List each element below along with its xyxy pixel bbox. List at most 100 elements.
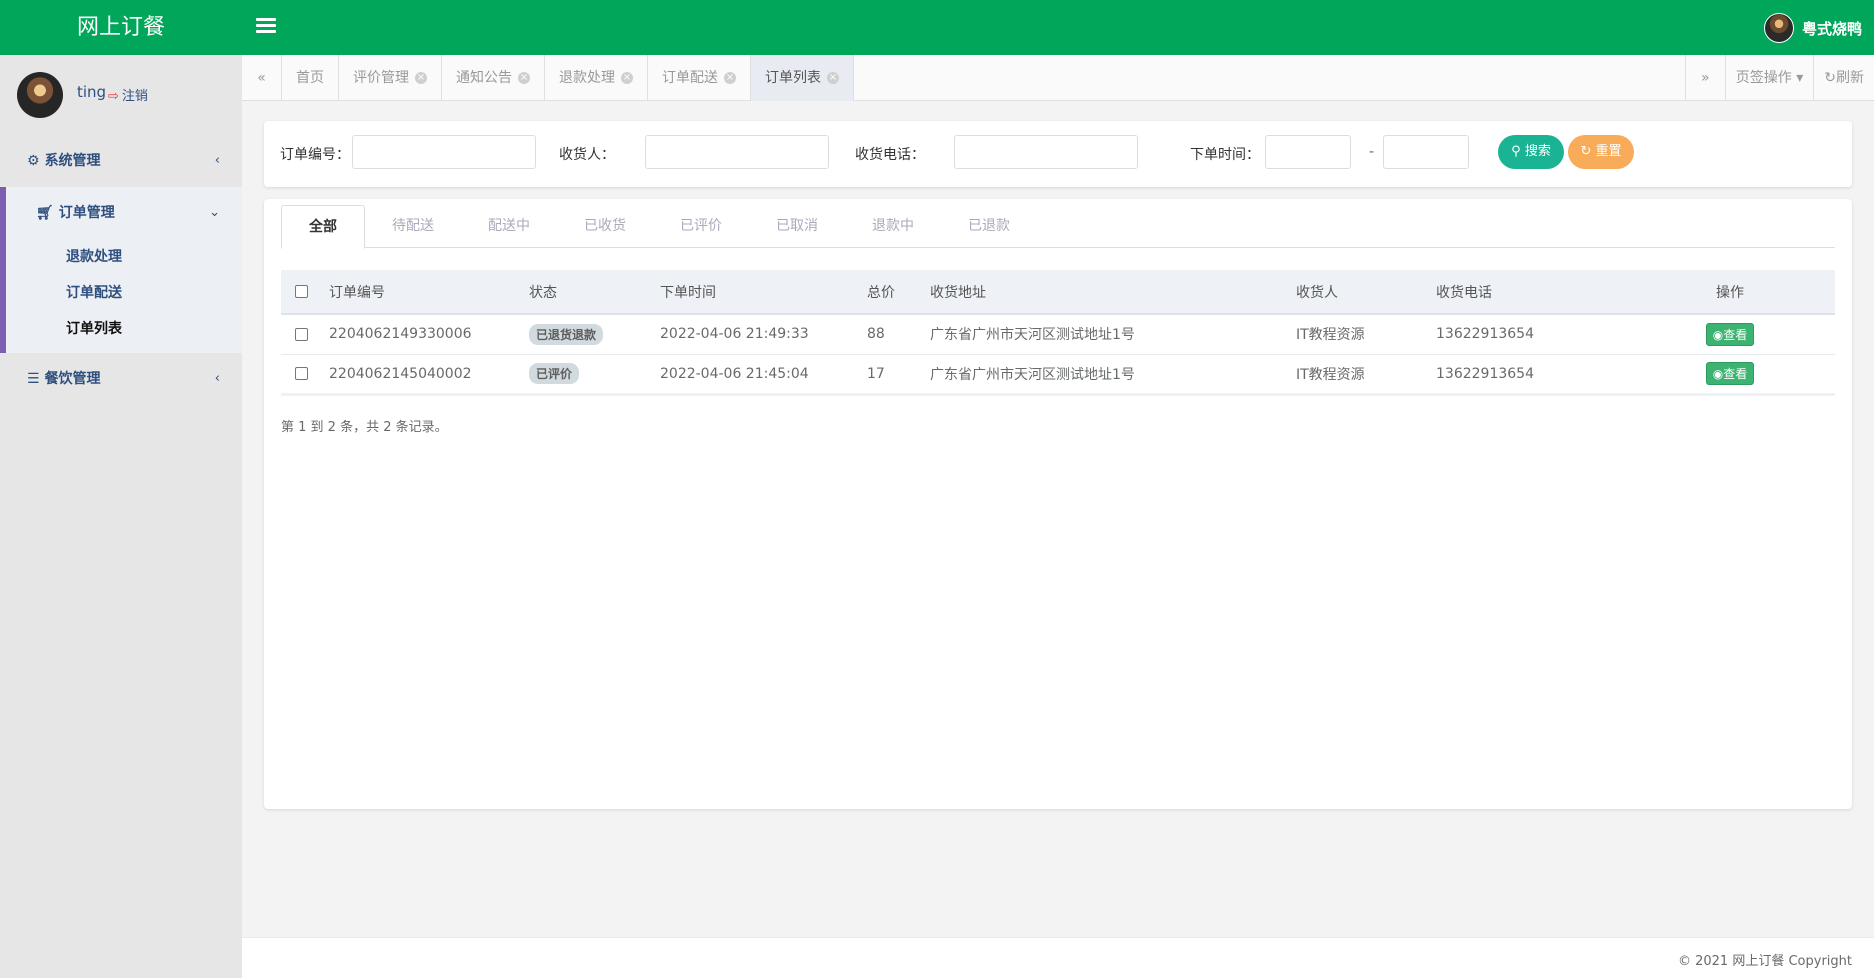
phone-input[interactable] [954, 135, 1138, 169]
cell-receiver: IT教程资源 [1288, 314, 1428, 355]
phone-label: 收货电话： [855, 147, 925, 163]
sidebar-item-orders[interactable]: 🛒︎ 订单管理 ⌄ [6, 187, 242, 239]
list-icon: ☰ [27, 371, 40, 387]
reset-button-label: 重置 [1595, 144, 1622, 159]
view-button[interactable]: ◉查看 [1705, 322, 1755, 346]
select-all-checkbox[interactable] [294, 285, 308, 298]
row-checkbox[interactable] [294, 367, 308, 380]
logout-label: 注销 [121, 89, 148, 104]
close-icon[interactable]: × [827, 72, 839, 84]
page-ops-label: 页签操作 [1735, 70, 1792, 86]
sidebar-subitem-delivery[interactable]: 订单配送 [6, 275, 242, 311]
tabs-scroll-left-icon[interactable]: « [242, 55, 282, 101]
table-row: 2204062145040002 已评价 2022-04-06 21:45:04… [281, 354, 1835, 396]
receiver-input[interactable] [645, 135, 829, 169]
tab-label: 订单配送 [662, 70, 718, 86]
hamburger-menu-icon[interactable] [256, 18, 276, 36]
eye-icon: ◉ [1712, 367, 1724, 381]
page-tabs-bar: « 首页 评价管理 × 通知公告 × 退款处理 × 订单配送 × 订单列表 × » 页签操… [242, 55, 1874, 101]
top-user-menu[interactable]: 粤式烧鸭 [1763, 13, 1862, 43]
chevron-left-icon: ‹ [214, 153, 220, 168]
app-title: 网上订餐 [76, 15, 165, 40]
view-button[interactable]: ◉查看 [1705, 362, 1755, 385]
tab-order-list[interactable]: 订单列表 × [751, 55, 854, 101]
cell-order-no: 2204062145040002 [321, 354, 521, 396]
cell-total: 88 [859, 314, 922, 355]
sidebar-subitem-refund[interactable]: 退款处理 [6, 239, 242, 275]
end-date-input[interactable] [1383, 135, 1469, 169]
status-tab-reviewed[interactable]: 已评价 [653, 205, 749, 248]
refresh-label: 刷新 [1836, 70, 1864, 86]
sidebar-subitem-order-list[interactable]: 订单列表 [6, 311, 242, 347]
row-select-cell [281, 354, 321, 396]
tab-home[interactable]: 首页 [282, 55, 339, 101]
chevron-down-icon: ⌄ [209, 205, 220, 220]
status-tab-pending[interactable]: 待配送 [365, 205, 461, 248]
cell-time: 2022-04-06 21:45:04 [652, 354, 859, 396]
order-no-label: 订单编号： [280, 147, 350, 163]
cell-address: 广东省广州市天河区测试地址1号 [922, 314, 1288, 355]
header-receiver: 收货人 [1288, 270, 1428, 315]
sidebar-item-label: 系统管理 [44, 153, 101, 169]
sidebar-item-label: 餐饮管理 [44, 371, 101, 387]
sidebar-profile: ting ⇨ 注销 [0, 55, 242, 135]
header-select-all [281, 270, 321, 315]
reset-button[interactable]: ↻ 重置 [1568, 135, 1634, 169]
cell-action: ◉查看 [1625, 354, 1835, 396]
sidebar: ting ⇨ 注销 ⚙ 系统管理 ‹ 🛒︎ 订单管理 ⌄ 退款处理 订单配送 订单列表… [0, 55, 242, 978]
cell-action: ◉查看 [1625, 314, 1835, 355]
row-checkbox[interactable] [294, 327, 308, 341]
refresh-icon: ↻ [1580, 144, 1592, 159]
page-tabs: 首页 评价管理 × 通知公告 × 退款处理 × 订单配送 × 订单列表 × [282, 55, 854, 101]
view-button-label: 查看 [1723, 327, 1748, 342]
top-navbar: 网上订餐 粤式烧鸭 [0, 0, 1874, 55]
user-avatar [1763, 13, 1794, 43]
close-icon[interactable]: × [415, 72, 427, 84]
tab-notice[interactable]: 通知公告 × [442, 55, 545, 101]
status-tab-refunded[interactable]: 已退款 [941, 205, 1037, 248]
pagination-info: 第 1 到 2 条，共 2 条记录。 [281, 420, 448, 435]
page-ops-dropdown[interactable]: 页签操作 ▾ [1724, 55, 1813, 101]
status-tab-refunding[interactable]: 退款中 [845, 205, 941, 248]
tab-label: 首页 [296, 70, 324, 86]
cell-phone: 13622913654 [1428, 314, 1625, 355]
sidebar-item-system[interactable]: ⚙ 系统管理 ‹ [0, 135, 242, 187]
header-order-no: 订单编号 [321, 270, 521, 315]
cell-status: 已评价 [521, 354, 652, 396]
gear-icon: ⚙ [27, 153, 40, 169]
cell-order-no: 2204062149330006 [321, 314, 521, 355]
tab-label: 订单列表 [765, 70, 821, 86]
row-select-cell [281, 314, 321, 355]
refresh-button[interactable]: ↻刷新 [1813, 55, 1874, 101]
table-row: 2204062149330006 已退货退款 2022-04-06 21:49:… [281, 314, 1835, 355]
cell-time: 2022-04-06 21:49:33 [652, 314, 859, 355]
sidebar-item-label: 订单管理 [58, 205, 115, 221]
tab-refund[interactable]: 退款处理 × [545, 55, 648, 101]
top-user-name: 粤式烧鸭 [1801, 19, 1862, 38]
search-button[interactable]: ⚲ 搜索 [1498, 135, 1564, 169]
tab-review[interactable]: 评价管理 × [339, 55, 442, 101]
status-tab-delivering[interactable]: 配送中 [461, 205, 557, 248]
status-tab-cancelled[interactable]: 已取消 [749, 205, 845, 248]
refresh-icon: ↻ [1824, 70, 1836, 86]
order-no-input[interactable] [352, 135, 536, 169]
close-icon[interactable]: × [518, 72, 530, 84]
close-icon[interactable]: × [621, 72, 633, 84]
time-label: 下单时间： [1190, 147, 1260, 163]
logout-link[interactable]: ⇨ 注销 [108, 85, 148, 104]
copyright-text: © 2021 网上订餐 Copyright [1677, 954, 1852, 969]
start-date-input[interactable] [1265, 135, 1351, 169]
tabs-scroll-right-icon[interactable]: » [1684, 55, 1725, 101]
sidebar-group-orders: 🛒︎ 订单管理 ⌄ 退款处理 订单配送 订单列表 [0, 187, 242, 353]
status-tab-received[interactable]: 已收货 [557, 205, 653, 248]
sidebar-item-catering[interactable]: ☰ 餐饮管理 ‹ [0, 353, 242, 405]
status-tab-all[interactable]: 全部 [281, 205, 365, 249]
header-phone: 收货电话 [1428, 270, 1625, 315]
status-badge: 已评价 [529, 363, 580, 384]
search-button-label: 搜索 [1524, 144, 1551, 159]
footer: © 2021 网上订餐 Copyright [242, 937, 1874, 978]
tab-delivery[interactable]: 订单配送 × [648, 55, 751, 101]
chevron-left-icon: ‹ [214, 371, 220, 386]
close-icon[interactable]: × [724, 72, 736, 84]
header-address: 收货地址 [922, 270, 1288, 315]
